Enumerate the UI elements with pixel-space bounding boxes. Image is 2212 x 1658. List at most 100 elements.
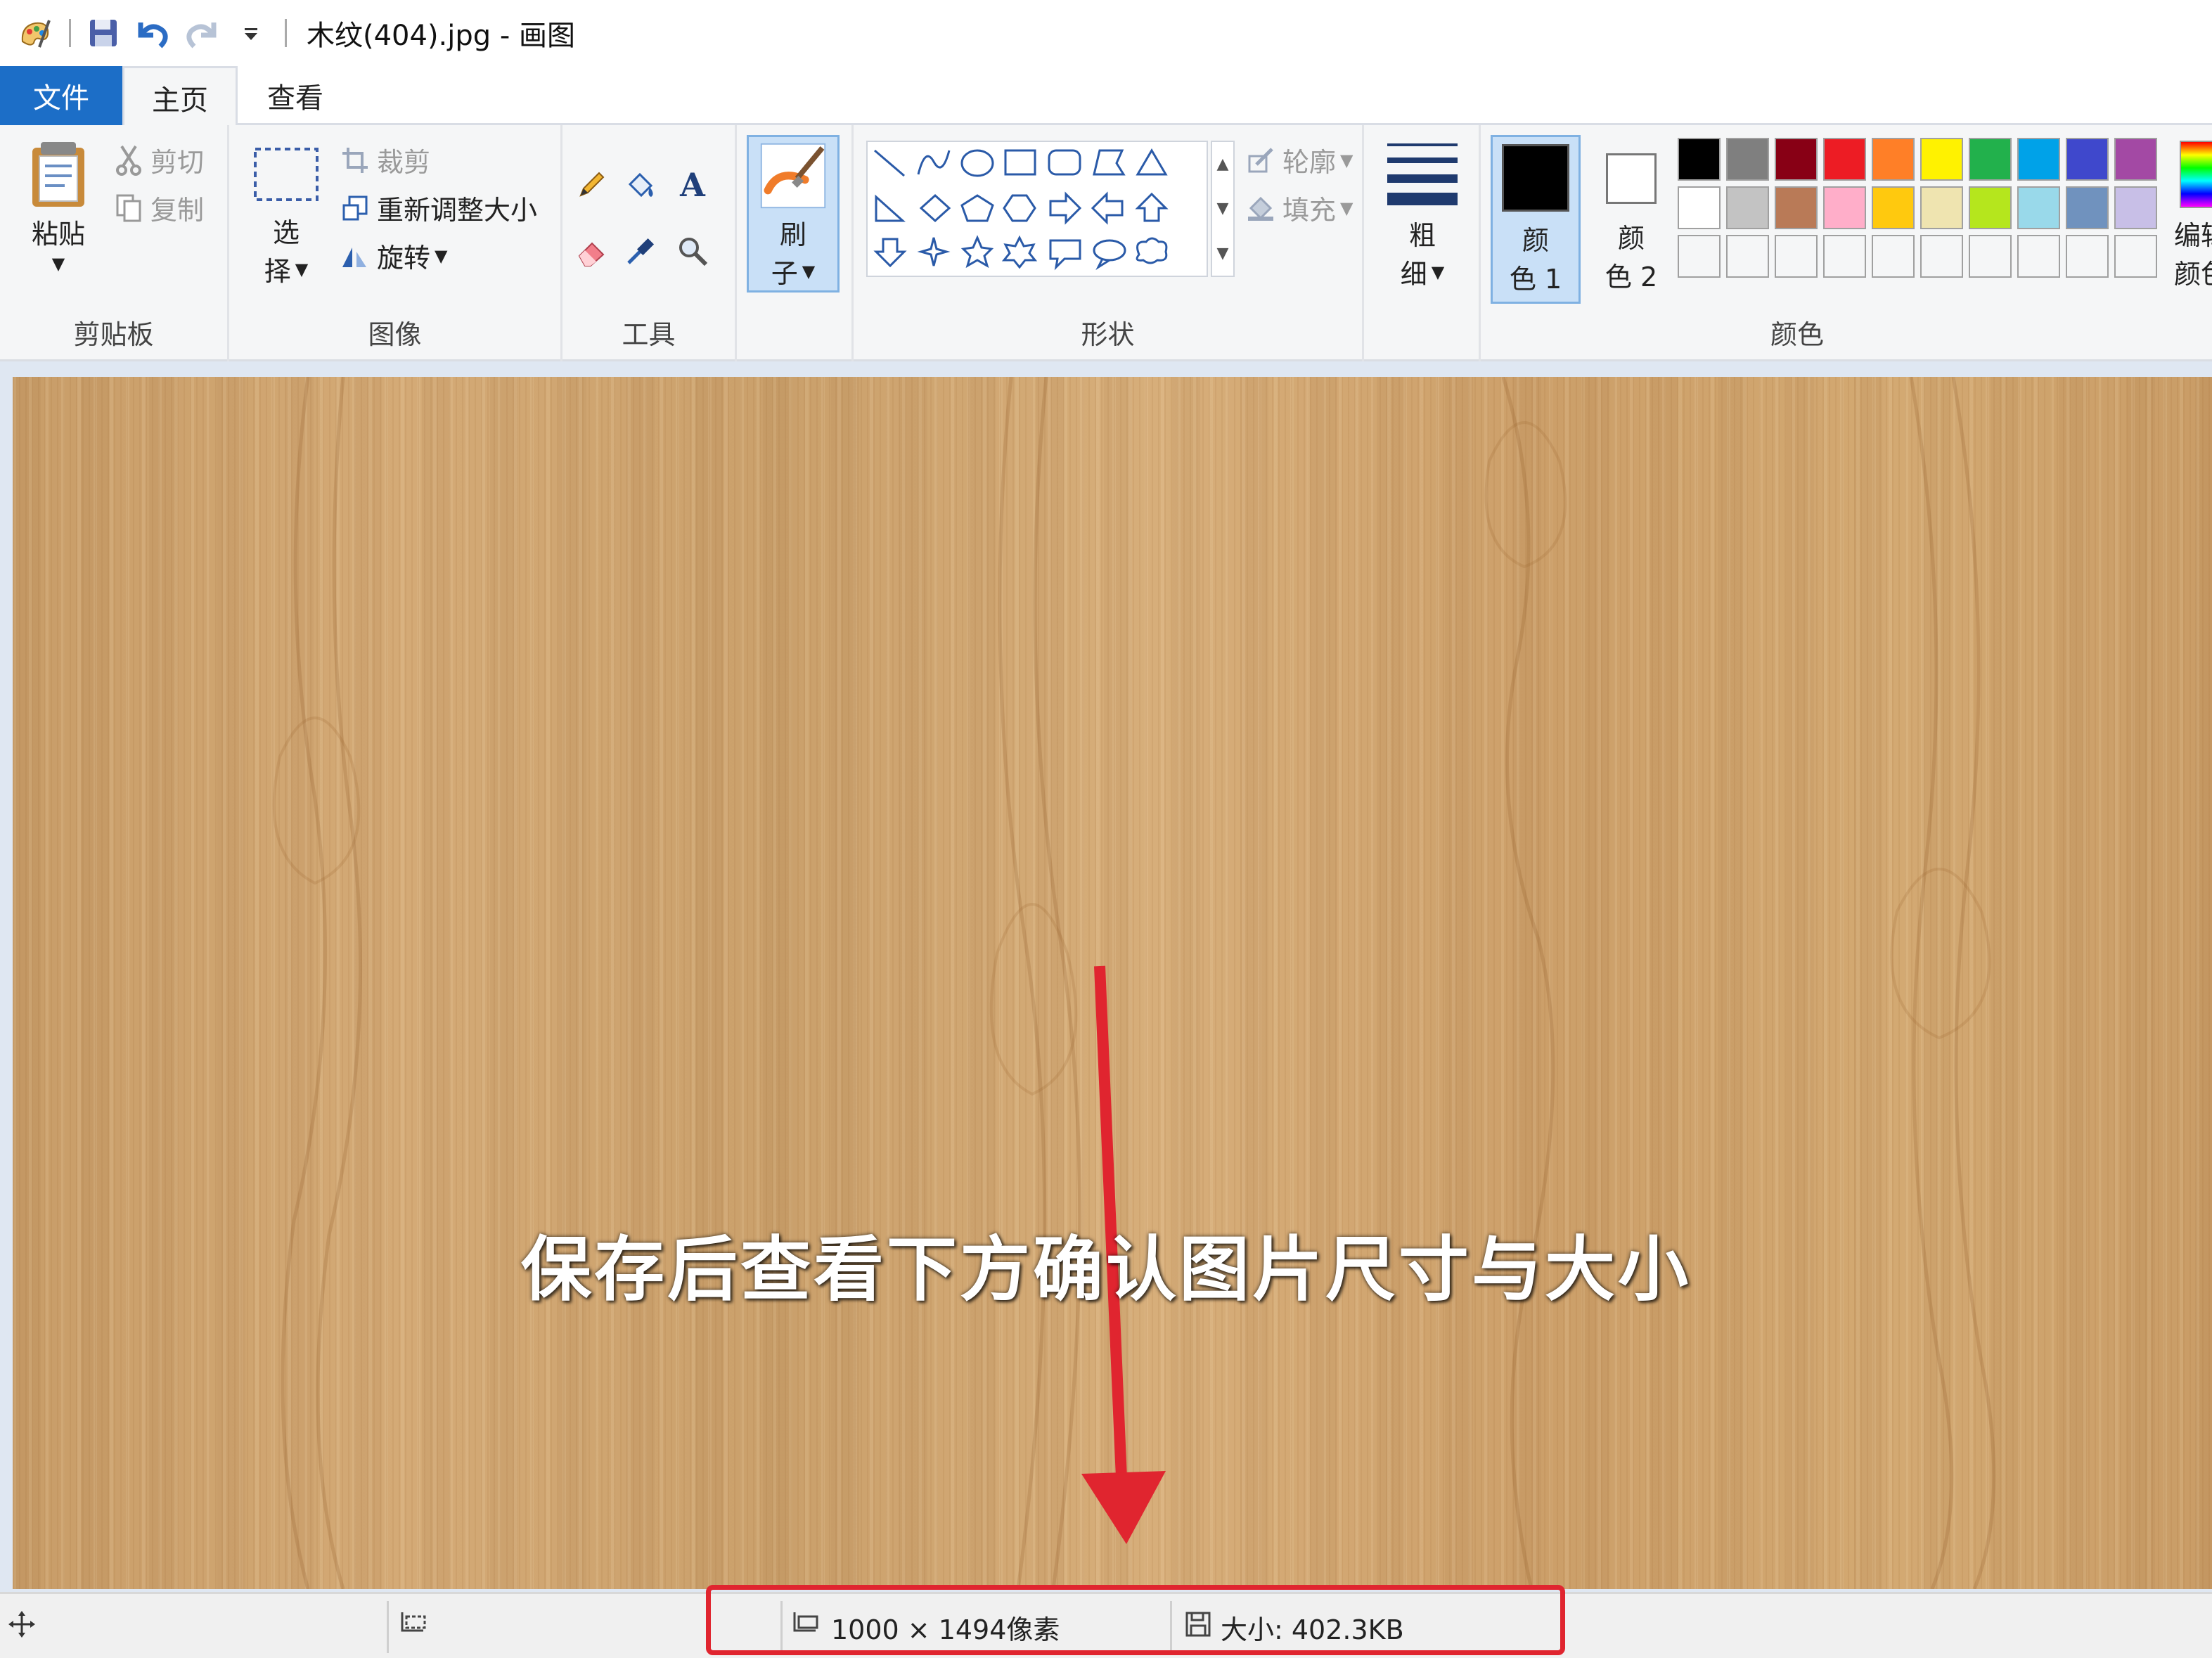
annotation-text: 保存后查看下方确认图片尺寸与大小	[521, 1228, 1691, 1311]
tab-view[interactable]: 查看	[238, 66, 353, 125]
palette-swatch[interactable]	[1920, 138, 1963, 181]
custom-color-slot[interactable]	[1775, 235, 1818, 278]
paint-app-icon[interactable]	[15, 13, 55, 53]
customize-dropdown-icon[interactable]	[231, 13, 271, 53]
brush-icon	[760, 143, 826, 209]
magnifier-icon	[676, 235, 709, 267]
palette-swatch[interactable]	[1872, 138, 1915, 181]
color2-label-top: 颜	[1617, 223, 1645, 254]
tab-file[interactable]: 文件	[0, 66, 122, 125]
pencil-icon	[575, 169, 607, 201]
cut-button[interactable]: 剪切	[112, 141, 204, 179]
select-button[interactable]: 选 择 ▼	[247, 146, 325, 288]
custom-color-slot[interactable]	[1969, 235, 2012, 278]
tab-home[interactable]: 主页	[122, 66, 238, 127]
color1-button[interactable]: 颜 色 1	[1491, 135, 1581, 304]
color-spectrum-icon	[2180, 141, 2212, 208]
edit-colors-label-bottom: 颜色	[2173, 259, 2212, 290]
custom-color-slot[interactable]	[1920, 235, 1963, 278]
palette-swatch[interactable]	[2066, 138, 2109, 181]
select-label-bottom: 择	[264, 256, 291, 287]
color-picker-tool[interactable]	[624, 235, 662, 267]
chevron-down-icon: ▼	[51, 254, 65, 274]
palette-swatch[interactable]	[1726, 138, 1769, 181]
palette-swatch[interactable]	[1969, 138, 2012, 181]
palette-swatch[interactable]	[2066, 186, 2109, 229]
redo-icon[interactable]	[182, 13, 221, 53]
canvas-area: 保存后查看下方确认图片尺寸与大小	[0, 361, 2212, 1592]
fill-tool[interactable]	[624, 169, 662, 201]
fill-dropdown[interactable]: 填充 ▼	[1219, 188, 1353, 227]
resize-icon	[339, 192, 371, 224]
paste-button[interactable]: 粘贴 ▼	[20, 141, 97, 274]
group-label-image: 图像	[368, 319, 422, 350]
brushes-group: 刷 子 ▼	[737, 125, 854, 361]
palette-swatch[interactable]	[1920, 186, 1963, 229]
text-icon: A	[680, 166, 705, 204]
chevron-down-icon: ▼	[1340, 198, 1353, 218]
chevron-down-icon: ▼	[802, 261, 816, 281]
palette-swatch[interactable]	[1823, 186, 1866, 229]
custom-color-slot[interactable]	[2066, 235, 2109, 278]
selection-size-icon	[398, 1609, 430, 1645]
magnifier-tool[interactable]	[676, 235, 714, 267]
rotate-button[interactable]: 旋转 ▼	[339, 236, 447, 275]
palette-swatch[interactable]	[1775, 138, 1818, 181]
window-title: 木纹(404).jpg - 画图	[307, 20, 576, 52]
copy-button[interactable]: 复制	[112, 188, 204, 227]
undo-icon[interactable]	[133, 13, 172, 53]
palette-swatch[interactable]	[1775, 186, 1818, 229]
palette-swatch[interactable]	[1823, 138, 1866, 181]
move-cursor-icon	[7, 1609, 37, 1645]
color2-button[interactable]: 颜 色 2	[1586, 135, 1676, 304]
group-label-tools: 工具	[622, 319, 676, 350]
custom-color-slot[interactable]	[2114, 235, 2157, 278]
gallery-expand-icon[interactable]: ▼	[1217, 245, 1229, 262]
fill-label: 填充	[1282, 195, 1337, 226]
edit-colors-label-top: 编辑	[2173, 220, 2212, 251]
crop-button[interactable]: 裁剪	[339, 141, 430, 179]
shapes-group: ▲ ▼ ▼ 轮廓 ▼ 填充 ▼ 形状	[854, 125, 1364, 361]
clipboard-icon	[32, 142, 84, 207]
palette-swatch[interactable]	[1872, 186, 1915, 229]
separator	[69, 19, 71, 47]
rotate-icon	[339, 240, 371, 272]
rotate-label: 旋转	[377, 243, 431, 274]
brushes-label-top: 刷	[779, 219, 806, 250]
outline-dropdown[interactable]: 轮廓 ▼	[1219, 141, 1353, 179]
palette-swatch[interactable]	[2114, 138, 2157, 181]
resize-button[interactable]: 重新调整大小	[339, 188, 537, 227]
palette-swatch[interactable]	[2114, 186, 2157, 229]
separator	[285, 19, 287, 47]
eraser-tool[interactable]	[575, 235, 613, 267]
custom-color-slot[interactable]	[1678, 235, 1721, 278]
save-icon[interactable]	[84, 13, 123, 53]
outline-pencil-icon	[1245, 144, 1277, 176]
size-button[interactable]: 粗 细 ▼	[1378, 141, 1467, 291]
paint-bucket-icon	[624, 169, 657, 201]
custom-color-slot[interactable]	[2017, 235, 2060, 278]
palette-swatch[interactable]	[1678, 138, 1721, 181]
shapes-gallery[interactable]	[866, 141, 1208, 277]
palette-swatch[interactable]	[2017, 186, 2060, 229]
paste-label: 粘贴	[31, 219, 85, 250]
palette-swatch[interactable]	[1969, 186, 2012, 229]
color2-swatch	[1606, 153, 1657, 204]
custom-color-slot[interactable]	[1726, 235, 1769, 278]
image-canvas[interactable]	[13, 377, 2212, 1589]
ribbon: 粘贴 ▼ 剪切 复制 剪贴板 选 择 ▼ 裁剪 重新调整大小 旋转 ▼ 图像 A…	[0, 125, 2212, 361]
outline-label: 轮廓	[1282, 147, 1337, 178]
custom-color-slot[interactable]	[1872, 235, 1915, 278]
pencil-tool[interactable]	[575, 169, 613, 201]
text-tool[interactable]: A	[676, 166, 714, 204]
palette-swatch[interactable]	[1678, 186, 1721, 229]
custom-color-slot[interactable]	[1823, 235, 1866, 278]
edit-colors-button[interactable]: 编辑 颜色	[2173, 141, 2212, 291]
brushes-label-bottom: 子	[771, 258, 798, 289]
group-label-colors: 颜色	[1770, 319, 1824, 350]
palette-swatch[interactable]	[1726, 186, 1769, 229]
size-label-top: 粗	[1408, 220, 1436, 251]
selection-icon	[254, 148, 319, 201]
palette-swatch[interactable]	[2017, 138, 2060, 181]
brushes-button[interactable]: 刷 子 ▼	[747, 135, 840, 293]
